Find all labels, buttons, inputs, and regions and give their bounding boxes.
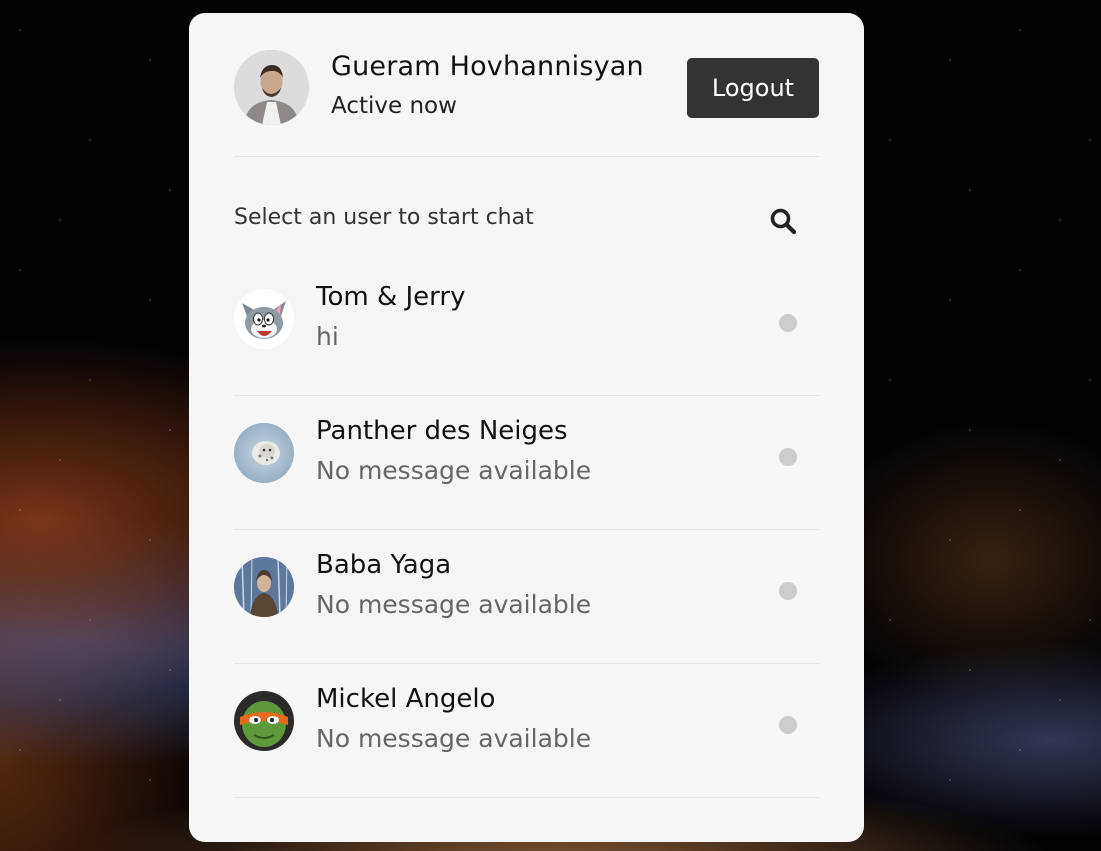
search-icon [769, 208, 797, 238]
status-dot [779, 716, 797, 734]
search-prompt: Select an user to start chat [234, 205, 534, 230]
search-button[interactable] [763, 202, 803, 242]
user-name: Mickel Angelo [316, 684, 496, 714]
user-list-item[interactable]: Tom & Jerry hi [234, 262, 819, 396]
user-list-item[interactable]: Baba Yaga No message available [234, 530, 819, 664]
user-last-message: hi [316, 322, 339, 351]
current-user-avatar [234, 50, 309, 125]
user-last-message: No message available [316, 724, 592, 753]
search-bar: Select an user to start chat [234, 157, 819, 262]
status-dot [779, 314, 797, 332]
users-list: Tom & Jerry hi Panther des Neiges No mes… [234, 262, 819, 798]
current-user-name: Gueram Hovhannisyan [331, 51, 644, 82]
user-name: Panther des Neiges [316, 416, 568, 446]
user-avatar [234, 423, 294, 483]
user-list-item[interactable]: Panther des Neiges No message available [234, 396, 819, 530]
user-list-item[interactable]: Mickel Angelo No message available [234, 664, 819, 798]
user-avatar [234, 557, 294, 617]
user-avatar [234, 691, 294, 751]
current-user-status: Active now [331, 93, 457, 119]
user-name: Baba Yaga [316, 550, 452, 580]
logout-button[interactable]: Logout [687, 58, 819, 118]
chat-users-panel: Gueram Hovhannisyan Active now Logout Se… [189, 13, 864, 842]
user-name: Tom & Jerry [316, 282, 466, 312]
user-avatar [234, 289, 294, 349]
user-last-message: No message available [316, 590, 592, 619]
profile-header: Gueram Hovhannisyan Active now Logout [234, 13, 819, 157]
status-dot [779, 448, 797, 466]
user-last-message: No message available [316, 456, 592, 485]
status-dot [779, 582, 797, 600]
